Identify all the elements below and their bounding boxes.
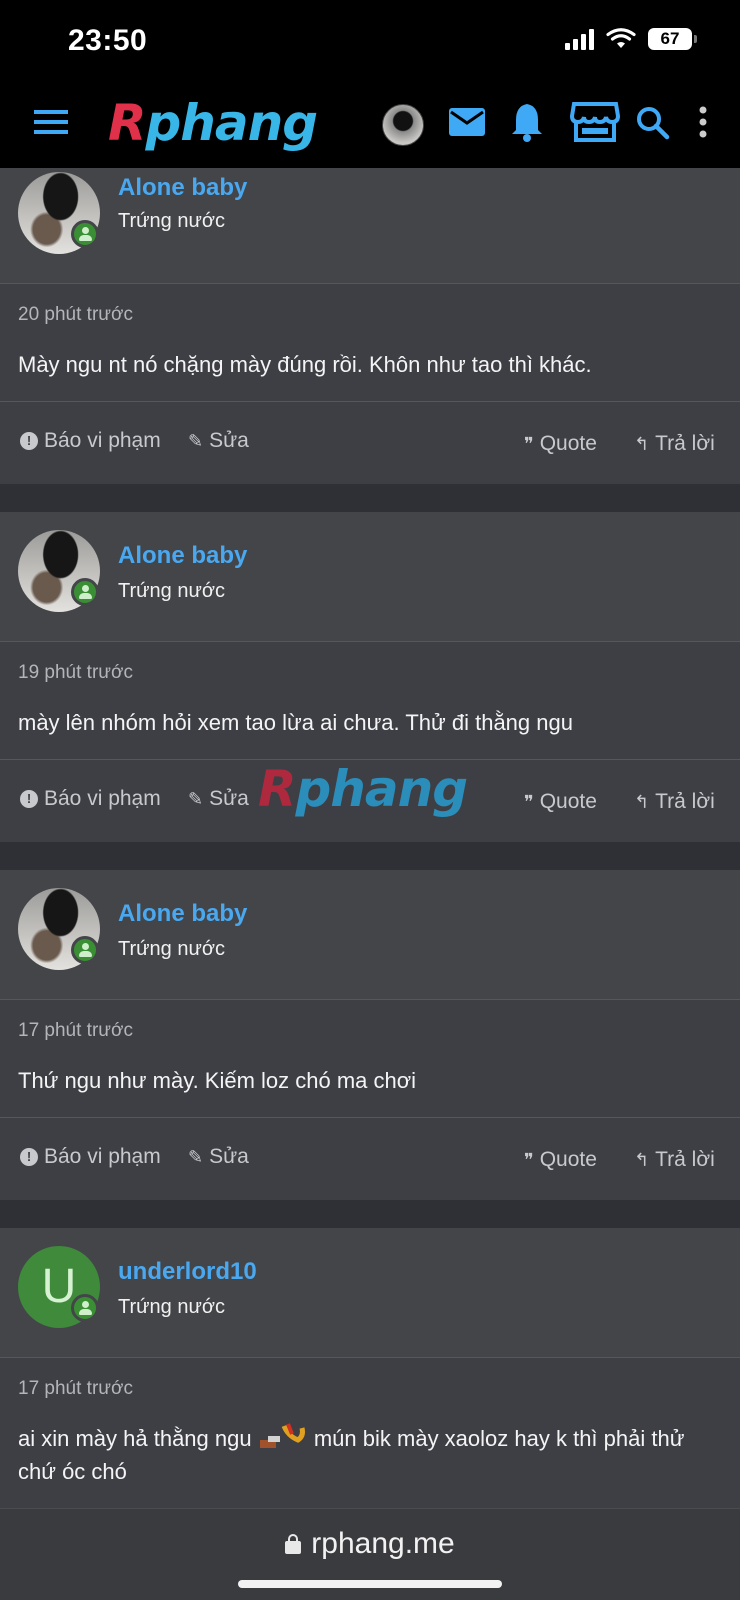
post-header: Alone baby Trứng nước	[0, 870, 740, 1000]
post-feed: Alone baby Trứng nước 20 phút trước Mày …	[0, 168, 740, 1509]
post-content: Thứ ngu như mày. Kiếm loz chó ma chơi	[18, 1068, 417, 1093]
pencil-icon: ✎	[188, 1146, 204, 1167]
post-body: 17 phút trước Thứ ngu như mày. Kiếm loz …	[0, 1000, 740, 1118]
reply-icon: ↰	[634, 791, 650, 812]
home-indicator[interactable]	[238, 1580, 502, 1588]
online-status-icon	[71, 936, 99, 964]
post: Alone baby Trứng nước 17 phút trước Thứ …	[0, 870, 740, 1200]
pencil-icon: ✎	[188, 430, 204, 451]
quote-button[interactable]: ❞ Quote	[524, 1148, 597, 1172]
flying-money-emoji-icon	[259, 1423, 305, 1448]
post-body: 20 phút trước Mày ngu nt nó chặng mày đú…	[0, 284, 740, 402]
post: Alone baby Trứng nước 20 phút trước Mày …	[0, 168, 740, 484]
pencil-icon: ✎	[188, 788, 204, 809]
url-text: rphang.me	[311, 1527, 455, 1560]
online-status-icon	[71, 1294, 99, 1322]
mail-icon[interactable]	[448, 106, 486, 138]
username[interactable]: Alone baby	[118, 900, 247, 928]
status-icons: 67	[565, 28, 697, 50]
username[interactable]: Alone baby	[118, 542, 247, 570]
quote-icon: ❞	[524, 433, 534, 454]
reply-icon: ↰	[634, 1149, 650, 1170]
reply-button[interactable]: ↰ Trả lời	[634, 432, 715, 456]
quote-icon: ❞	[524, 791, 534, 812]
post-content: ai xin mày hả thằng ngu mún bik mày xaol…	[18, 1422, 722, 1488]
lock-icon	[285, 1534, 302, 1554]
reply-icon: ↰	[634, 433, 650, 454]
quote-icon: ❞	[524, 1149, 534, 1170]
post-content: Mày ngu nt nó chặng mày đúng rồi. Khôn n…	[18, 352, 592, 377]
post-header: U underlord10 Trứng nước	[0, 1228, 740, 1358]
username[interactable]: Alone baby	[118, 174, 247, 202]
alert-icon: !	[20, 1148, 38, 1166]
edit-button[interactable]: ✎ Sửa	[188, 429, 249, 453]
report-button[interactable]: ! Báo vi phạm	[20, 1145, 161, 1169]
site-logo[interactable]: Rphang	[108, 94, 318, 152]
post-actions: ! Báo vi phạm ✎ Sửa ❞ Quote ↰ Trả lời	[0, 402, 740, 484]
alert-icon: !	[20, 790, 38, 808]
post-header: Alone baby Trứng nước	[0, 512, 740, 642]
online-status-icon	[71, 578, 99, 606]
avatar	[382, 104, 424, 146]
report-button[interactable]: ! Báo vi phạm	[20, 787, 161, 811]
post-content-text: ai xin mày hả thằng ngu	[18, 1426, 252, 1451]
quote-button[interactable]: ❞ Quote	[524, 790, 597, 814]
search-icon[interactable]	[636, 106, 670, 140]
user-rank: Trứng nước	[118, 210, 225, 232]
store-icon[interactable]	[570, 100, 620, 144]
user-rank: Trứng nước	[118, 1296, 225, 1318]
report-button[interactable]: ! Báo vi phạm	[20, 429, 161, 453]
battery-icon: 67	[648, 28, 697, 50]
post-timestamp[interactable]: 17 phút trước	[18, 1378, 722, 1400]
post-content: mày lên nhóm hỏi xem tao lừa ai chưa. Th…	[18, 710, 573, 735]
wifi-icon	[606, 28, 636, 48]
cellular-signal-icon	[565, 28, 594, 50]
user-rank: Trứng nước	[118, 938, 225, 960]
quote-button[interactable]: ❞ Quote	[524, 432, 597, 456]
reply-button[interactable]: ↰ Trả lời	[634, 790, 715, 814]
user-avatar[interactable]	[382, 104, 424, 146]
post-header: Alone baby Trứng nước	[0, 168, 740, 284]
alert-icon: !	[20, 432, 38, 450]
status-time: 23:50	[68, 24, 148, 57]
reply-button[interactable]: ↰ Trả lời	[634, 1148, 715, 1172]
post-timestamp[interactable]: 20 phút trước	[18, 304, 722, 326]
post-timestamp[interactable]: 17 phút trước	[18, 1020, 722, 1042]
edit-button[interactable]: ✎ Sửa	[188, 1145, 249, 1169]
bell-icon[interactable]	[510, 102, 544, 142]
post-separator	[0, 484, 740, 512]
edit-button[interactable]: ✎ Sửa	[188, 787, 249, 811]
post-body: 17 phút trước ai xin mày hả thằng ngu mú…	[0, 1358, 740, 1509]
post-separator	[0, 1200, 740, 1228]
post-body: 19 phút trước mày lên nhóm hỏi xem tao l…	[0, 642, 740, 760]
post-separator	[0, 842, 740, 870]
app-header: Rphang	[0, 84, 740, 168]
site-watermark: Rphang	[258, 760, 468, 818]
post-timestamp[interactable]: 19 phút trước	[18, 662, 722, 684]
online-status-icon	[71, 220, 99, 248]
post-actions: ! Báo vi phạm ✎ Sửa ❞ Quote ↰ Trả lời	[0, 1118, 740, 1200]
address-field[interactable]: rphang.me	[0, 1527, 740, 1561]
username[interactable]: underlord10	[118, 1258, 257, 1286]
menu-icon[interactable]	[34, 108, 68, 136]
more-menu-icon[interactable]	[698, 106, 708, 138]
user-rank: Trứng nước	[118, 580, 225, 602]
status-bar: 23:50 67	[0, 0, 740, 84]
post: U underlord10 Trứng nước 17 phút trước a…	[0, 1228, 740, 1509]
